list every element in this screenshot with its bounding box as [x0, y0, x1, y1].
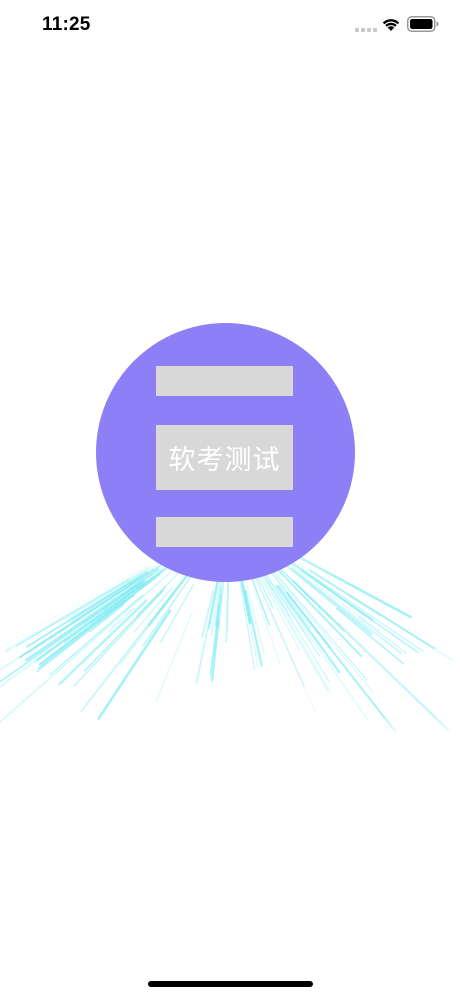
logo-bar-bottom [156, 517, 293, 547]
home-indicator[interactable] [148, 981, 313, 987]
wifi-icon [382, 19, 400, 31]
status-time: 11:25 [42, 14, 91, 35]
logo-bar-middle: 软考测试 [156, 425, 293, 490]
battery-icon [407, 16, 439, 32]
logo-bar-top [156, 366, 293, 396]
app-logo: 软考测试 [96, 323, 355, 582]
app-name-label: 软考测试 [168, 445, 281, 476]
cellular-signal-icon [355, 28, 377, 32]
splash-screen: 11:25 软考测试 [0, 0, 460, 996]
status-bar: 11:25 [0, 0, 460, 50]
